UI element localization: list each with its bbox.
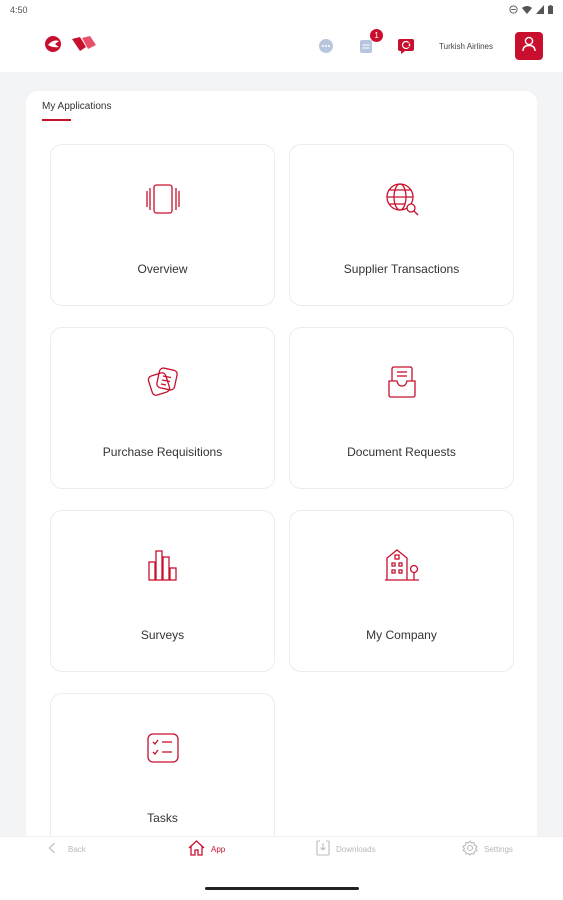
app-card-label: Tasks <box>147 811 178 825</box>
document-inbox-icon <box>384 364 420 400</box>
wifi-icon <box>522 5 532 16</box>
app-card-label: Overview <box>137 262 188 276</box>
status-icons <box>509 4 553 16</box>
app-card-label: Surveys <box>140 628 185 642</box>
download-icon <box>316 840 330 858</box>
status-bar: 4:50 <box>0 0 563 20</box>
back-icon <box>48 842 56 856</box>
app-card-label: My Company <box>366 628 437 642</box>
section-title: My Applications <box>42 101 112 112</box>
app-card-supplier-transactions[interactable]: Supplier Transactions <box>289 144 514 306</box>
app-card-label: Supplier Transactions <box>343 262 460 276</box>
nav-settings[interactable]: Settings <box>462 839 513 859</box>
building-icon <box>384 547 420 583</box>
app-header: 1 Turkish Airlines <box>0 20 563 72</box>
nav-app-label: App <box>211 844 226 854</box>
tasks-icon <box>145 730 181 766</box>
nav-app[interactable]: App <box>188 839 225 859</box>
home-icon <box>188 840 205 858</box>
chat-icon[interactable] <box>317 37 335 55</box>
signal-icon <box>536 4 544 16</box>
notes-icon[interactable]: 1 <box>357 29 384 55</box>
app-card-label: Document Requests <box>347 445 456 459</box>
nav-back[interactable]: Back <box>48 839 86 859</box>
bottom-nav: Back App Downloads Settings <box>0 836 563 900</box>
profile-icon <box>522 36 536 57</box>
profile-button[interactable] <box>515 32 543 60</box>
applications-panel: My Applications Overview Supplier Transa <box>26 91 537 836</box>
bar-chart-icon <box>145 547 181 583</box>
brand-logo-icon <box>44 35 64 58</box>
status-time: 4:50 <box>10 5 28 15</box>
settings-icon <box>462 840 478 858</box>
section-title-underline <box>42 119 71 121</box>
company-name[interactable]: Turkish Airlines <box>439 42 493 51</box>
requisition-icon <box>145 364 181 400</box>
heart-logo-icon <box>70 35 98 58</box>
app-card-tasks[interactable]: Tasks <box>50 693 275 836</box>
app-card-my-company[interactable]: My Company <box>289 510 514 672</box>
app-card-label: Purchase Requisitions <box>102 445 223 459</box>
nav-back-label: Back <box>68 844 86 854</box>
app-card-surveys[interactable]: Surveys <box>50 510 275 672</box>
app-card-overview[interactable]: Overview <box>50 144 275 306</box>
globe-search-icon <box>384 181 420 217</box>
nav-downloads[interactable]: Downloads <box>316 839 376 859</box>
language-icon[interactable] <box>397 37 415 55</box>
nav-settings-label: Settings <box>484 844 513 854</box>
brand-logo[interactable] <box>44 35 98 58</box>
overview-icon <box>145 181 181 217</box>
home-indicator <box>205 887 359 890</box>
battery-icon <box>548 4 553 16</box>
nav-downloads-label: Downloads <box>336 844 376 854</box>
notification-badge: 1 <box>370 29 384 42</box>
app-card-document-requests[interactable]: Document Requests <box>289 327 514 489</box>
dnd-icon <box>509 4 518 16</box>
app-card-purchase-requisitions[interactable]: Purchase Requisitions <box>50 327 275 489</box>
